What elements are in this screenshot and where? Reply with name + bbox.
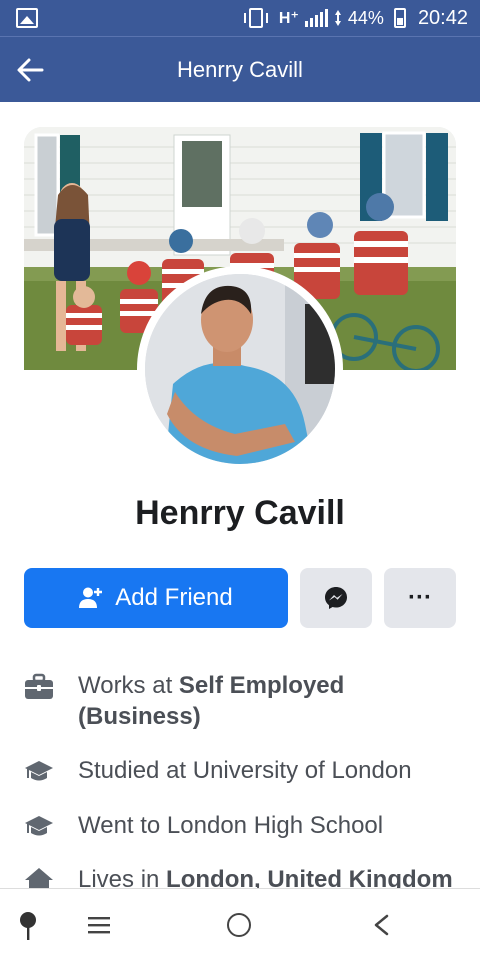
info-row-school: Went to London High School (24, 810, 464, 841)
status-bar: H⁺ 44% 20:42 (0, 0, 480, 36)
messenger-icon (325, 587, 347, 609)
pin-icon[interactable] (18, 911, 38, 941)
message-button[interactable] (300, 568, 372, 628)
header-title: Henrry Cavill (177, 56, 303, 82)
home-icon[interactable] (227, 913, 251, 937)
app-header: Henrry Cavill (0, 36, 480, 102)
recent-apps-icon[interactable] (88, 916, 110, 934)
info-row-study: Studied at University of London (24, 755, 464, 786)
system-nav-bar (0, 888, 480, 960)
network-type: H⁺ (278, 10, 299, 27)
clock: 20:42 (417, 6, 468, 29)
more-options-icon: ··· (408, 584, 432, 611)
briefcase-icon (25, 673, 53, 699)
add-person-icon (79, 587, 103, 608)
data-arrows-icon (334, 10, 341, 26)
profile-avatar[interactable] (137, 266, 343, 472)
info-row-work: Works at Self Employed (Business) (24, 670, 464, 732)
info-study-text: Studied at University of London (78, 757, 412, 784)
vibrate-icon (243, 8, 268, 28)
add-friend-button[interactable]: Add Friend (24, 568, 288, 628)
graduation-cap-icon (25, 816, 53, 836)
gallery-notification-icon (16, 8, 38, 28)
add-friend-label: Add Friend (115, 584, 233, 611)
back-arrow-icon[interactable] (16, 57, 44, 83)
signal-icon (304, 9, 328, 27)
status-indicators: H⁺ 44% 20:42 (243, 6, 468, 30)
back-icon[interactable] (372, 914, 390, 936)
info-school-text: Went to London High School (78, 812, 384, 839)
profile-name: Henrry Cavill (135, 494, 345, 532)
battery-percent: 44% (347, 7, 384, 28)
battery-icon (393, 8, 406, 28)
info-work-prefix: Works at (78, 672, 179, 699)
graduation-cap-icon (25, 761, 53, 781)
more-options-button[interactable]: ··· (384, 568, 456, 628)
